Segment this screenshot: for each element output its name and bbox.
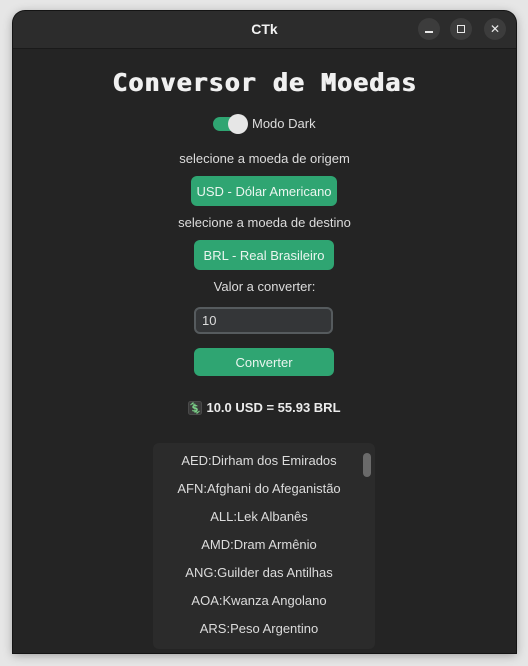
list-item[interactable]: AED:Dirham dos Emirados <box>153 453 365 468</box>
window-title: CTk <box>251 21 278 37</box>
list-item[interactable]: AMD:Dram Armênio <box>153 537 365 552</box>
destination-currency-select[interactable]: BRL - Real Brasileiro <box>194 240 334 270</box>
list-item[interactable]: AFN:Afghani do Afeganistão <box>153 481 365 496</box>
title-bar[interactable]: CTk ✕ <box>13 11 516 49</box>
currency-exchange-icon: $ <box>188 400 203 415</box>
switch-track[interactable] <box>213 113 248 134</box>
list-item[interactable]: ALL:Lek Albanês <box>153 509 365 524</box>
switch-knob[interactable] <box>228 113 248 134</box>
list-item[interactable]: ANG:Guilder das Antilhas <box>153 565 365 580</box>
app-title: Conversor de Moedas <box>112 68 417 97</box>
origin-currency-select[interactable]: USD - Dólar Americano <box>191 176 337 206</box>
conversion-result: $ 10.0 USD = 55.93 BRL <box>13 400 516 415</box>
list-item[interactable]: ARS:Peso Argentino <box>153 621 365 636</box>
amount-input[interactable] <box>194 307 333 334</box>
close-icon: ✕ <box>489 22 501 36</box>
maximize-icon <box>457 25 465 33</box>
app-content: Conversor de Moedas Modo Dark selecione … <box>13 49 516 653</box>
minimize-icon <box>425 31 433 33</box>
list-scrollbar[interactable] <box>363 453 371 477</box>
convert-button[interactable]: Converter <box>194 348 334 376</box>
list-item[interactable]: AOA:Kwanza Angolano <box>153 593 365 608</box>
origin-currency-label: selecione a moeda de origem <box>179 151 350 166</box>
result-text: 10.0 USD = 55.93 BRL <box>206 400 341 415</box>
app-window: CTk ✕ Conversor de Moedas Modo Dark sele… <box>13 11 516 653</box>
dark-mode-switch[interactable]: Modo Dark <box>213 113 316 134</box>
destination-currency-label: selecione a moeda de destino <box>178 215 351 230</box>
dark-mode-label: Modo Dark <box>252 116 316 131</box>
amount-label: Valor a converter: <box>213 279 316 294</box>
close-button[interactable]: ✕ <box>484 18 506 40</box>
currency-list[interactable]: AED:Dirham dos Emirados AFN:Afghani do A… <box>153 443 375 649</box>
minimize-button[interactable] <box>418 18 440 40</box>
maximize-button[interactable] <box>450 18 472 40</box>
